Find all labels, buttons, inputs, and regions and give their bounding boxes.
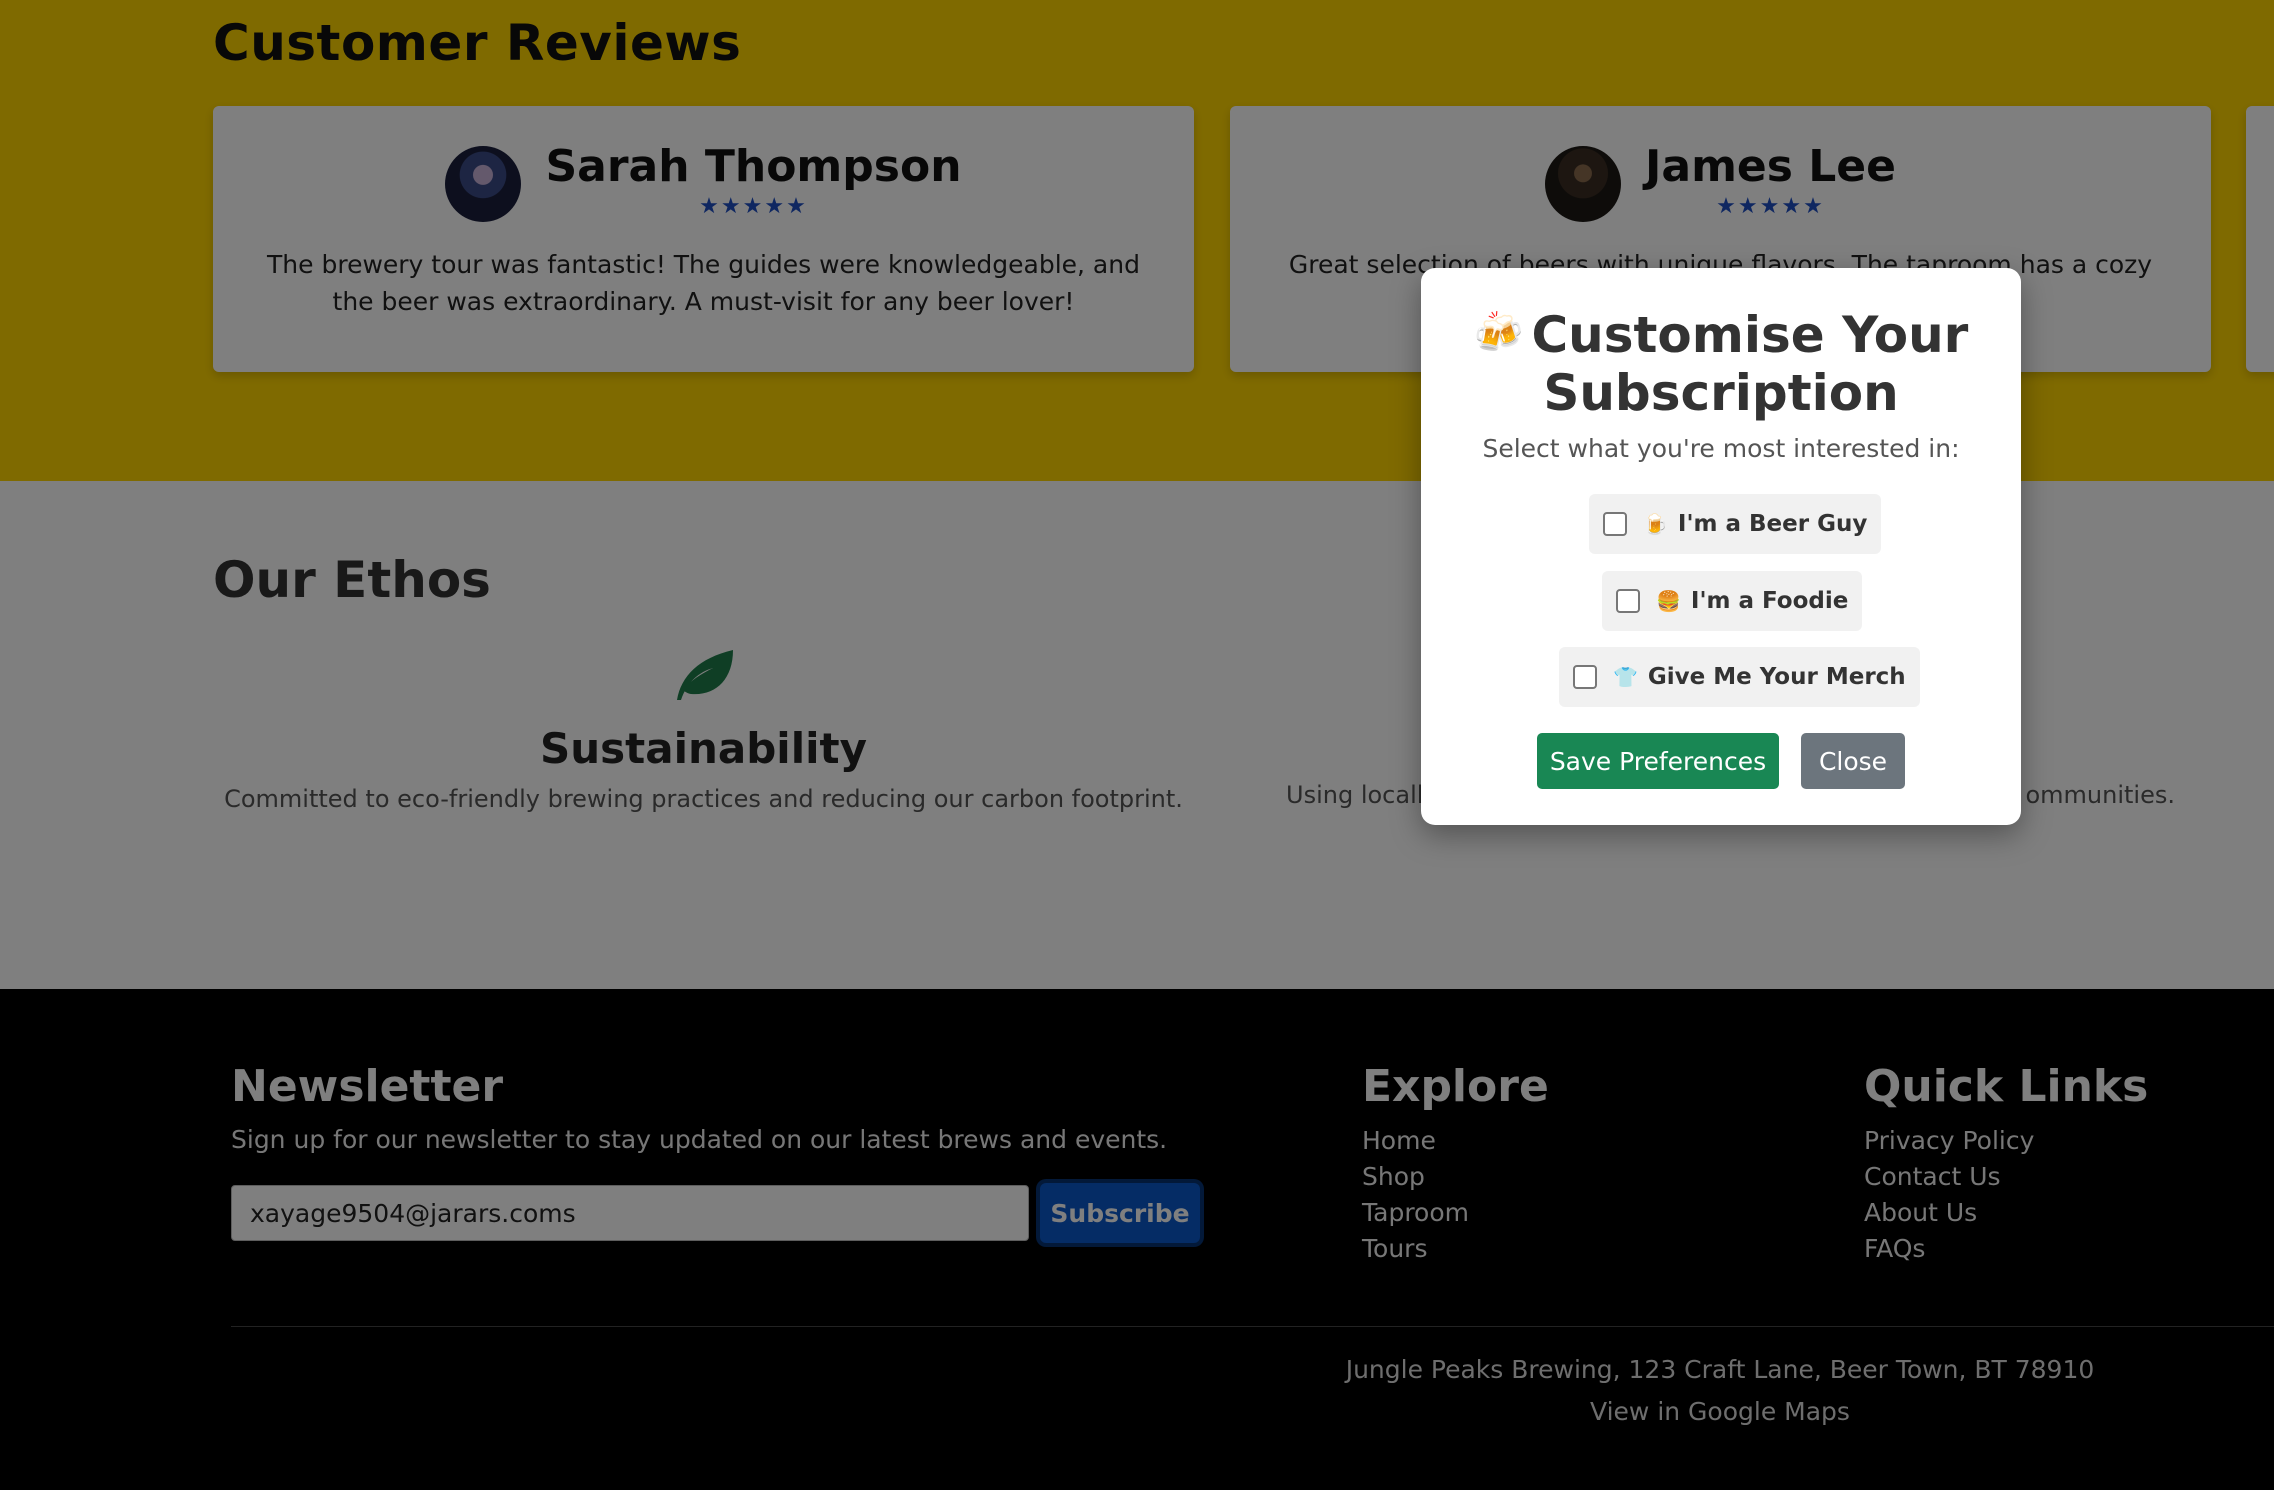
beer-guy-checkbox[interactable] (1603, 512, 1627, 536)
beer-icon: 🍺 (1643, 512, 1668, 536)
modal-title: 🍻 Customise Your Subscription (1421, 304, 2021, 422)
save-preferences-button[interactable]: Save Preferences (1537, 733, 1779, 789)
modal-title-text: Customise Your Subscription (1531, 306, 1969, 422)
merch-checkbox[interactable] (1573, 665, 1597, 689)
beer-mugs-icon: 🍻 (1473, 310, 1524, 356)
option-label: I'm a Foodie (1690, 588, 1849, 614)
option-beer-guy[interactable]: 🍺 I'm a Beer Guy (1589, 494, 1882, 554)
option-label: I'm a Beer Guy (1677, 511, 1868, 537)
burger-icon: 🍔 (1656, 589, 1681, 613)
option-foodie[interactable]: 🍔 I'm a Foodie (1602, 571, 1863, 631)
option-label: Give Me Your Merch (1647, 664, 1906, 690)
foodie-checkbox[interactable] (1616, 589, 1640, 613)
option-merch[interactable]: 👕 Give Me Your Merch (1559, 647, 1920, 707)
subscription-modal: 🍻 Customise Your Subscription Select what… (1421, 268, 2021, 825)
tshirt-icon: 👕 (1613, 665, 1638, 689)
modal-subtitle: Select what you're most interested in: (1482, 434, 1960, 463)
close-button[interactable]: Close (1801, 733, 1905, 789)
